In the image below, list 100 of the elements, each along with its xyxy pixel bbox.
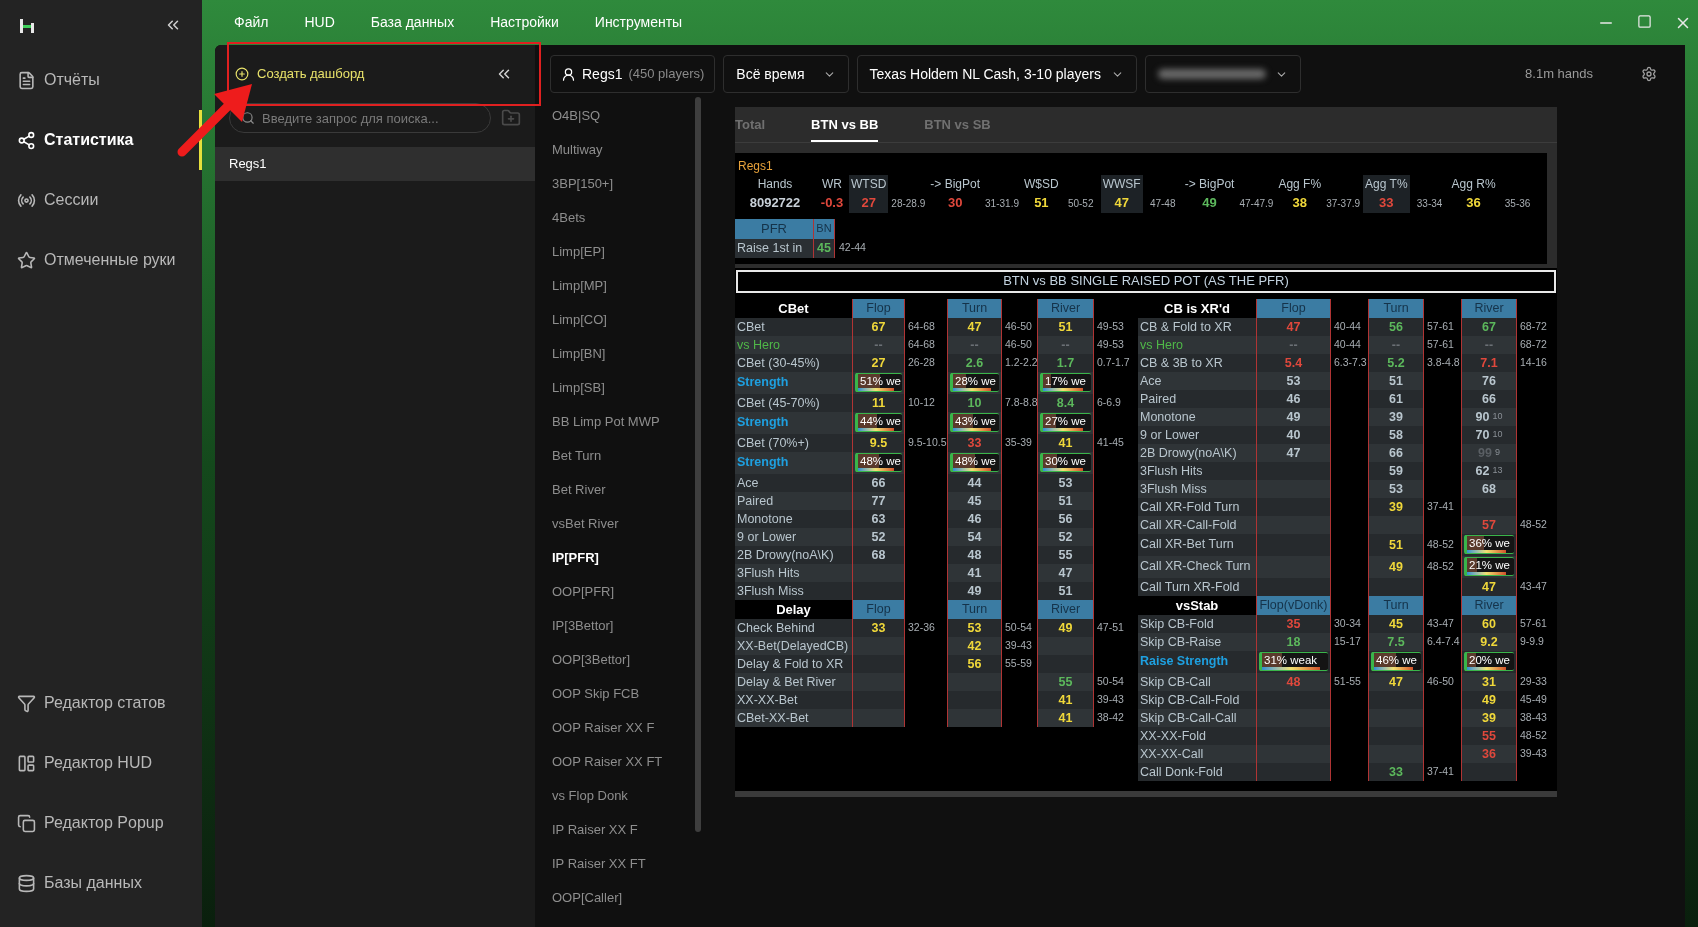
report-item[interactable]: Multiway [535, 133, 703, 167]
report-item[interactable]: IP Raiser XX FT [535, 847, 703, 881]
nav-item[interactable]: Отмеченные руки [0, 230, 202, 290]
report-item[interactable]: OOP[3Bettor] [535, 643, 703, 677]
strength-text: 36% we [1468, 536, 1510, 550]
report-item[interactable]: IP[3Bettor] [535, 609, 703, 643]
folder-plus-icon[interactable] [501, 108, 521, 128]
strength-text: 27% we [1044, 414, 1086, 428]
row-label: Strength [735, 451, 852, 474]
scrollbar[interactable] [695, 97, 701, 832]
report-item[interactable]: vs Flop Donk [535, 779, 703, 813]
report-item[interactable]: BB Limp Pot MWP [535, 405, 703, 439]
stat-value: 30 [947, 194, 963, 212]
report-item[interactable]: O4B|SQ [535, 99, 703, 133]
maximize-icon[interactable] [1637, 13, 1652, 29]
column-header: BN [813, 218, 835, 239]
stat-label: WR [822, 176, 842, 193]
document-icon [17, 70, 36, 90]
create-dashboard-button[interactable]: Создать дашборд [235, 64, 365, 84]
stat-value: 41 [1058, 709, 1073, 726]
stat-value: 49 [967, 582, 982, 599]
logo-icon [20, 17, 34, 33]
stat-value: 35 [1286, 615, 1301, 632]
stat-value: -- [1484, 336, 1494, 353]
stat-value: 7.5 [1387, 633, 1405, 650]
menu-item[interactable]: HUD [304, 12, 335, 33]
range-text: 37-37.9 [1325, 196, 1362, 211]
player-dropdown[interactable]: Regs1 (450 players) [550, 55, 716, 93]
report-item[interactable]: Bet River [535, 473, 703, 507]
stat-value: 59 [1389, 462, 1403, 479]
stat-value: 66 [1389, 444, 1403, 461]
menu-item[interactable]: Файл [234, 12, 269, 33]
stat-value: 39 [1389, 408, 1403, 425]
stat-label: WWSF [1102, 176, 1141, 193]
stat-value: 56 [967, 655, 982, 672]
menu-item[interactable]: Инструменты [594, 12, 683, 33]
report-item[interactable]: IP Raiser XX F [535, 813, 703, 847]
row-label: Raise Strength [1138, 650, 1256, 673]
game-dropdown[interactable]: Texas Holdem NL Cash, 3-10 players [856, 55, 1137, 93]
menu-item[interactable]: Настройки [490, 12, 559, 33]
plus-icon [235, 67, 249, 81]
strength-text: 28% we [954, 374, 996, 388]
stat-value: 55 [1482, 727, 1496, 744]
stat-label: W$SD [1024, 176, 1059, 193]
nav-item[interactable]: Сессии [0, 170, 202, 230]
stat-value: 51 [1389, 372, 1403, 389]
report-item[interactable]: Bet Turn [535, 439, 703, 473]
stat-value: 68 [1482, 480, 1496, 497]
stat-value: 2.6 [965, 354, 984, 371]
settings-icon[interactable] [1641, 66, 1657, 82]
report-item[interactable]: Limp[EP] [535, 235, 703, 269]
menu-item[interactable]: База данных [370, 12, 455, 33]
tab[interactable]: BTN vs BB [811, 107, 879, 142]
nav-item[interactable]: Базы данных [0, 853, 202, 913]
stat-value: 33 [1379, 194, 1394, 212]
stat-value: 42 [967, 637, 982, 654]
dashboard-item[interactable]: Regs1 [215, 147, 535, 181]
report-item[interactable]: IP[PFR] [535, 541, 703, 575]
stat-value: 62 [1475, 462, 1490, 479]
report-item[interactable]: Limp[CO] [535, 303, 703, 337]
report-item[interactable]: vsBet River [535, 507, 703, 541]
report-item[interactable]: 3BP[150+] [535, 167, 703, 201]
nav-item[interactable]: Редактор HUD [0, 733, 202, 793]
stat-value: 48 [967, 546, 982, 563]
stat-value: 11 [871, 394, 886, 411]
blurred-dropdown[interactable] [1144, 55, 1301, 93]
row-label: Call XR-Check Turn [1138, 555, 1256, 578]
color-strip [1043, 468, 1083, 471]
stat-label: Agg T% [1365, 176, 1408, 193]
report-item[interactable]: OOP Raiser XX FT [535, 745, 703, 779]
column-header: Turn [947, 599, 1002, 619]
stat-value: 70 [1475, 426, 1490, 443]
report-item[interactable]: OOP Skip FCB [535, 677, 703, 711]
stat-value: 39 [1482, 709, 1496, 726]
horizontal-scrollbar[interactable] [735, 790, 1557, 797]
report-item[interactable]: Limp[SB] [535, 371, 703, 405]
hands-count: 8.1m hands [1525, 65, 1593, 84]
color-strip [1467, 572, 1506, 575]
color-strip [858, 388, 894, 391]
report-item[interactable]: Limp[MP] [535, 269, 703, 303]
report-item[interactable]: OOP[Caller] [535, 881, 703, 915]
stat-label: Hands [757, 176, 793, 193]
range-text: 47-47.9 [1238, 196, 1275, 211]
stat-value: 10 [967, 394, 982, 411]
search-field[interactable]: Введите запрос для поиска... [229, 103, 491, 133]
column-header: Turn [1368, 595, 1424, 615]
stat-value: 40 [1286, 426, 1301, 443]
stat-value: 45 [1389, 615, 1403, 632]
nav-item[interactable]: Редактор статов [0, 673, 202, 733]
color-strip [1374, 667, 1413, 670]
report-item[interactable]: OOP[PFR] [535, 575, 703, 609]
nav-item[interactable]: Редактор Popup [0, 793, 202, 853]
nav-item[interactable]: Отчёты [0, 50, 202, 110]
period-dropdown[interactable]: Всё время [723, 55, 849, 93]
report-item[interactable]: OOP Raiser XX F [535, 711, 703, 745]
stat-value: 49 [1058, 619, 1073, 636]
stat-value: 49 [1202, 194, 1217, 212]
report-item[interactable]: Limp[BN] [535, 337, 703, 371]
report-item[interactable]: 4Bets [535, 201, 703, 235]
strength-text: 20% we [1468, 653, 1510, 667]
